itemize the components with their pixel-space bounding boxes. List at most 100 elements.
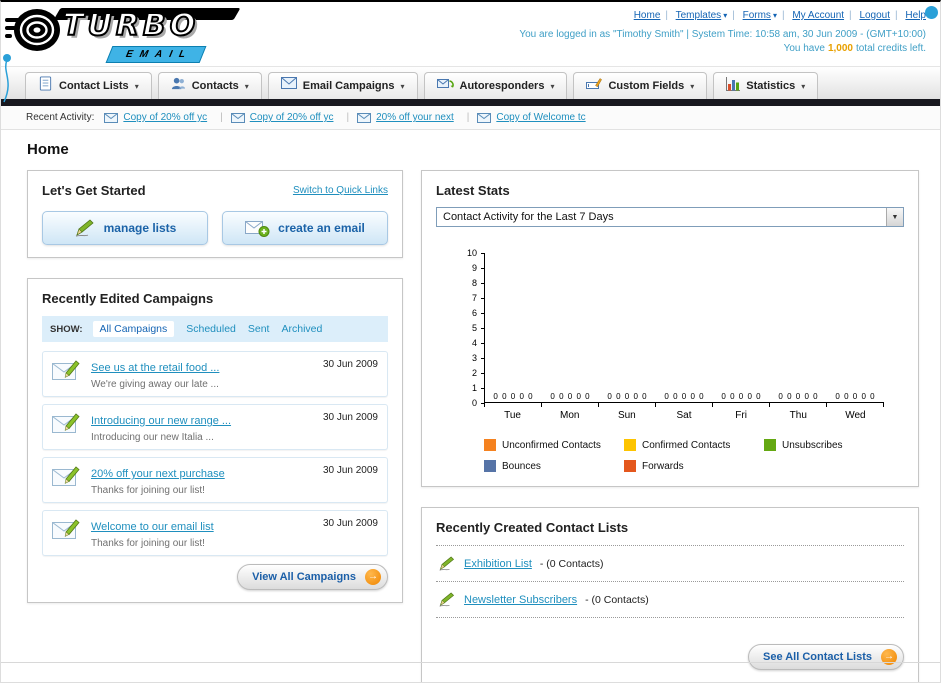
campaign-text: Introducing our new range ... Introducin…: [91, 411, 231, 443]
bar-value-labels: 0 0 0 0 0: [664, 392, 705, 401]
bar-value-labels-row: 0 0 0 0 0 0 0 0 0 0 0 0 0 0 0 0 0 0 0 0 0 0 …: [485, 392, 884, 401]
chart-x-ticks: [484, 403, 884, 407]
campaign-text: See us at the retail food ... We're givi…: [91, 358, 219, 390]
campaign-row[interactable]: Introducing our new range ... Introducin…: [42, 404, 388, 450]
app-window: TURBO EMAIL Home | Templates ▾ | Forms ▾ | My…: [0, 0, 941, 683]
campaign-row[interactable]: See us at the retail food ... We're givi…: [42, 351, 388, 397]
top-link-item: Help: [905, 10, 926, 21]
view-all-campaigns-button[interactable]: View All Campaigns →: [237, 564, 388, 590]
x-axis-label: Mon: [559, 410, 580, 421]
recent-activity-bar: Recent Activity: Copy of 20% off yc | Co…: [1, 106, 940, 130]
pencil-icon: [439, 592, 455, 607]
legend-swatch: [484, 460, 496, 472]
y-axis-label: 10: [466, 248, 477, 258]
campaign-title-link[interactable]: Welcome to our email list: [91, 521, 214, 533]
turbo-email-logo[interactable]: TURBO EMAIL: [5, 6, 260, 64]
x-axis-label: Tue: [504, 410, 521, 421]
top-nav-link[interactable]: My Account: [792, 10, 844, 21]
recent-activity-link[interactable]: 20% off your next: [376, 112, 454, 123]
top-link-item: Logout |: [859, 10, 902, 21]
statistics-icon: [726, 76, 741, 96]
top-links-nav: Home | Templates ▾ | Forms ▾ | My Account | Lo…: [519, 10, 926, 21]
envelope-icon: [477, 112, 492, 123]
y-axis-label: 0: [471, 398, 477, 408]
campaign-title-link[interactable]: See us at the retail food ...: [91, 362, 219, 374]
recent-activity-link[interactable]: Copy of 20% off yc: [250, 112, 334, 123]
campaign-text: Welcome to our email list Thanks for joi…: [91, 517, 214, 549]
pencil-icon: [75, 219, 94, 237]
nav-tab[interactable]: Custom Fields ▾: [573, 72, 708, 99]
contact-list-meta: - (0 Contacts): [539, 557, 604, 570]
envelope-icon: [357, 112, 372, 123]
nav-tab[interactable]: Contacts ▾: [157, 72, 262, 99]
nav-tab[interactable]: Autoresponders ▾: [423, 72, 568, 99]
see-all-contact-lists-button[interactable]: See All Contact Lists →: [747, 644, 904, 670]
campaign-filter-tab[interactable]: Sent: [248, 323, 270, 335]
campaign-date: 30 Jun 2009: [322, 518, 378, 529]
campaign-date: 30 Jun 2009: [322, 359, 378, 370]
y-axis-tick: [481, 357, 485, 359]
nav-tab-label: Email Campaigns: [302, 80, 395, 92]
y-axis-label: 7: [471, 293, 477, 303]
recent-activity-link[interactable]: Copy of 20% off yc: [123, 112, 207, 123]
y-axis-label: 1: [471, 383, 477, 393]
campaign-row[interactable]: 20% off your next purchase Thanks for jo…: [42, 457, 388, 503]
campaign-envelope-pencil-icon: [52, 360, 80, 380]
top-nav-link[interactable]: Templates: [676, 10, 722, 21]
campaign-subject: Thanks for joining our list!: [91, 538, 205, 549]
dropdown-caret-icon: ▾: [400, 81, 405, 91]
nav-tab[interactable]: Email Campaigns ▾: [267, 72, 418, 99]
top-nav-link[interactable]: Forms: [743, 10, 771, 21]
campaign-date: 30 Jun 2009: [322, 412, 378, 423]
campaign-filter-tab[interactable]: Archived: [281, 323, 322, 335]
recent-campaigns-title: Recently Edited Campaigns: [42, 291, 214, 306]
campaign-envelope-pencil-icon: [52, 519, 80, 539]
campaign-title-link[interactable]: Introducing our new range ...: [91, 415, 231, 427]
campaign-row[interactable]: Welcome to our email list Thanks for joi…: [42, 510, 388, 556]
nav-tab[interactable]: Statistics ▾: [713, 72, 819, 99]
top-nav-link[interactable]: Logout: [859, 10, 890, 21]
y-axis-tick: [481, 387, 485, 389]
nav-tab-label: Statistics: [746, 80, 796, 92]
nav-tab[interactable]: Contact Lists ▾: [25, 72, 152, 99]
envelope-icon: [104, 112, 119, 123]
recent-activity-link[interactable]: Copy of Welcome tc: [496, 112, 585, 123]
top-link-item: Templates ▾ |: [676, 10, 740, 21]
campaign-filter-tab[interactable]: Scheduled: [186, 323, 236, 335]
item-separator: |: [346, 112, 350, 123]
x-axis-label: Fri: [735, 410, 747, 421]
legend-item: Bounces: [484, 460, 624, 472]
page-title: Home: [27, 141, 69, 158]
legend-label: Forwards: [641, 460, 684, 472]
contact-list-meta: - (0 Contacts): [585, 593, 649, 606]
recent-contact-lists-panel: Recently Created Contact Lists Exhibitio…: [421, 507, 919, 682]
campaign-text: 20% off your next purchase Thanks for jo…: [91, 464, 225, 496]
contact-list-link[interactable]: Exhibition List: [464, 558, 532, 570]
legend-item: Unconfirmed Contacts: [484, 439, 624, 451]
manage-lists-button[interactable]: manage lists: [42, 211, 208, 245]
legend-label: Confirmed Contacts: [641, 439, 731, 451]
y-axis-tick: [481, 342, 485, 344]
y-axis-label: 2: [471, 368, 477, 378]
arrow-right-icon: →: [365, 569, 381, 585]
recent-activity-item: Copy of 20% off yc |: [230, 112, 357, 123]
y-axis-tick: [481, 282, 485, 284]
stats-period-select[interactable]: Contact Activity for the Last 7 Days ▼: [436, 207, 904, 227]
campaign-title-link[interactable]: 20% off your next purchase: [91, 468, 225, 480]
contacts-icon: [171, 76, 186, 96]
show-label: SHOW:: [50, 323, 83, 335]
top-nav-link[interactable]: Help: [905, 10, 926, 21]
campaign-envelope-pencil-icon: [52, 466, 80, 486]
campaign-filter-tab[interactable]: All Campaigns: [92, 321, 175, 337]
legend-swatch: [763, 439, 776, 451]
campaign-list: See us at the retail food ... We're givi…: [42, 351, 388, 556]
y-axis-label: 9: [471, 263, 477, 273]
corner-dot-decoration: [925, 6, 938, 19]
switch-quick-links-link[interactable]: Switch to Quick Links: [293, 185, 388, 196]
contact-list-link[interactable]: Newsletter Subscribers: [464, 594, 577, 606]
top-nav-link[interactable]: Home: [634, 10, 661, 21]
main-nav: Contact Lists ▾ Contacts ▾ Email Campaig…: [1, 66, 940, 99]
create-email-button[interactable]: create an email: [222, 211, 388, 245]
custom-fields-icon: [586, 77, 603, 96]
bar-value-labels: 0 0 0 0 0: [607, 392, 648, 401]
